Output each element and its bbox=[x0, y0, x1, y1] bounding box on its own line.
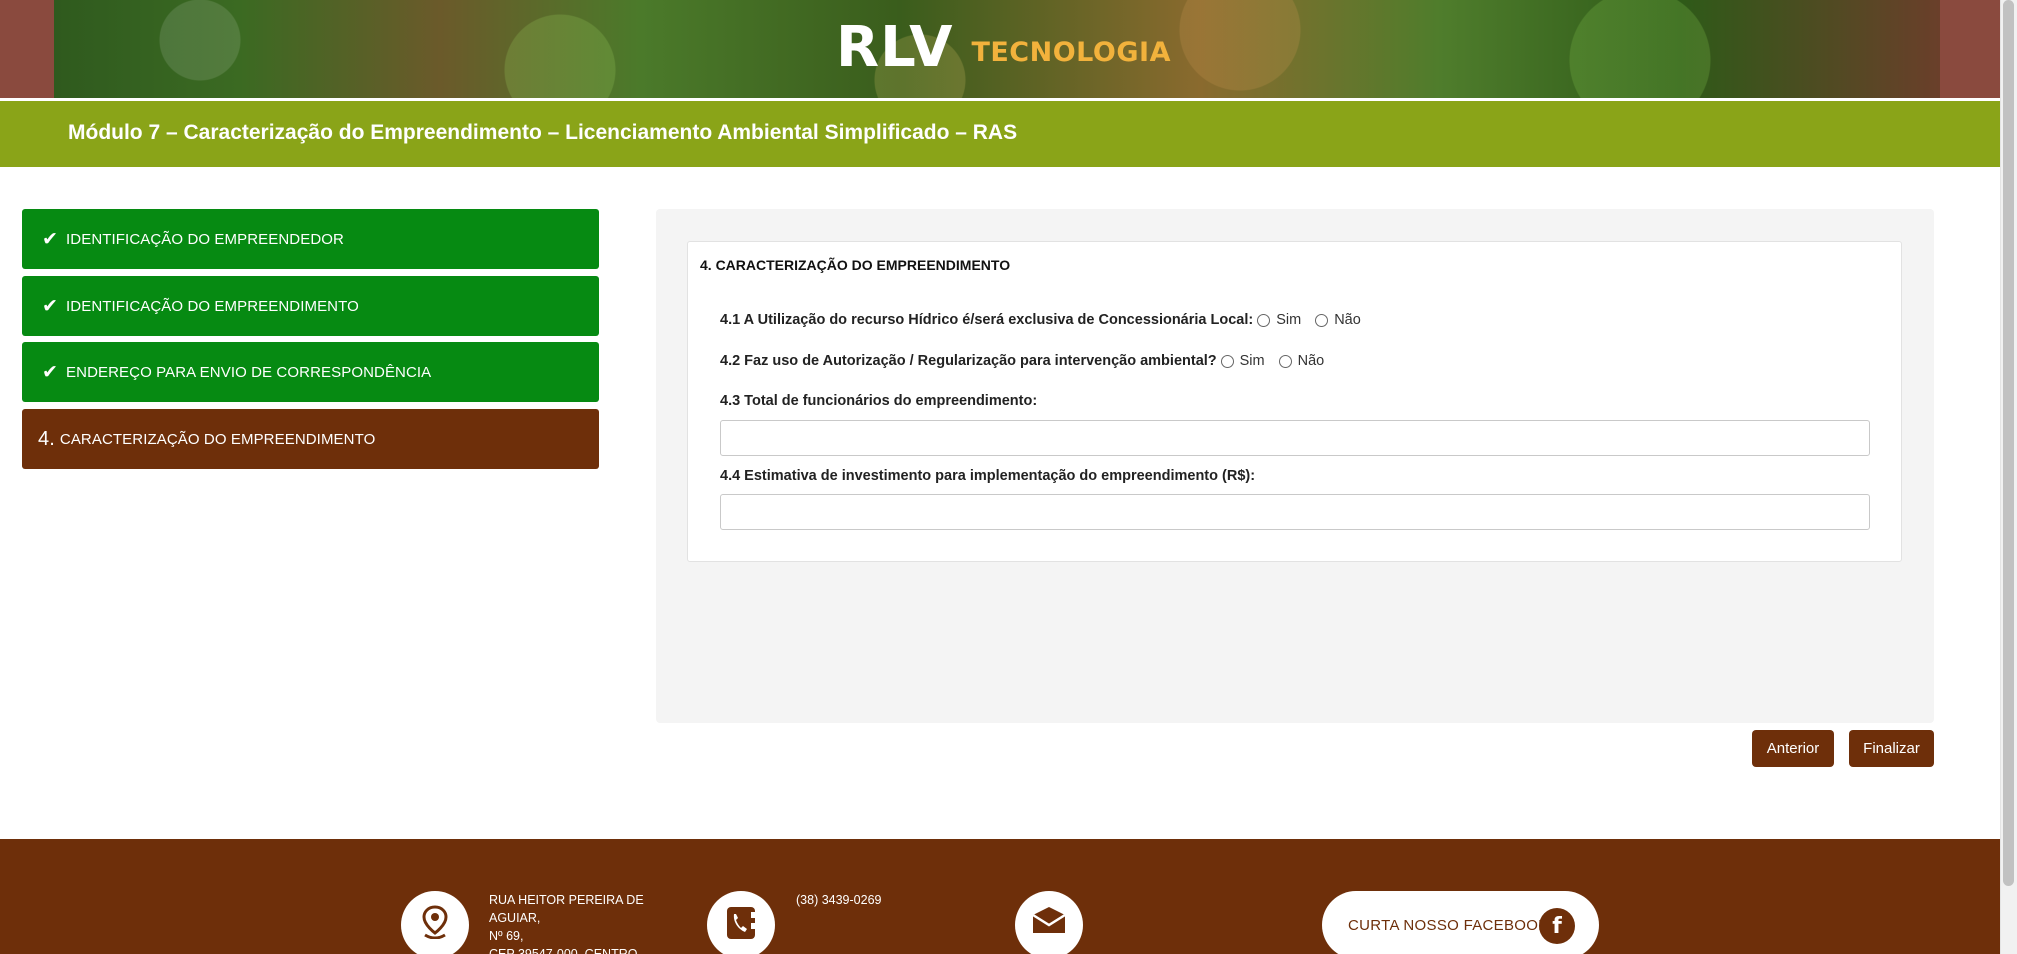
question-4-4-label: 4.4 Estimativa de investimento para impl… bbox=[720, 468, 1256, 484]
check-icon: ✔ bbox=[42, 295, 59, 317]
envelope-icon-svg bbox=[1032, 907, 1066, 933]
footer-address: RUA HEITOR PEREIRA DE AGUIAR, Nº 69, CEP… bbox=[489, 891, 659, 954]
step-label: ENDEREÇO PARA ENVIO DE CORRESPONDÊNCIA bbox=[66, 363, 432, 381]
radio-label: Não bbox=[1297, 353, 1325, 369]
step-endereco-correspondencia[interactable]: ✔ ENDEREÇO PARA ENVIO DE CORRESPONDÊNCIA bbox=[22, 342, 599, 402]
step-caracterizacao-empreendimento[interactable]: 4. CARACTERIZAÇÃO DO EMPREENDIMENTO bbox=[22, 409, 599, 469]
question-4-2: 4.2 Faz uso de Autorização / Regularizaç… bbox=[720, 353, 1334, 369]
radio-q1-nao[interactable]: Não bbox=[1315, 312, 1361, 328]
envelope-icon[interactable] bbox=[1015, 891, 1083, 954]
step-identificacao-empreendimento[interactable]: ✔ IDENTIFICAÇÃO DO EMPREENDIMENTO bbox=[22, 276, 599, 336]
question-4-3-label: 4.3 Total de funcionários do empreendime… bbox=[720, 393, 1038, 409]
question-label: 4.1 A Utilização do recurso Hídrico é/se… bbox=[720, 312, 1254, 328]
radio-q2-sim[interactable]: Sim bbox=[1220, 353, 1265, 369]
radio-circle-icon[interactable] bbox=[1220, 354, 1234, 368]
phone-icon bbox=[707, 891, 775, 954]
logo-mark: RLV bbox=[836, 15, 954, 80]
finish-button[interactable]: Finalizar bbox=[1849, 730, 1934, 767]
footer-phone: (38) 3439-0269 bbox=[796, 893, 882, 907]
address-line: AGUIAR, bbox=[489, 911, 541, 925]
radio-circle-icon[interactable] bbox=[1278, 354, 1292, 368]
facebook-icon[interactable]: f bbox=[1539, 908, 1575, 944]
step-label: IDENTIFICAÇÃO DO EMPREENDEDOR bbox=[66, 230, 344, 248]
radio-q2-nao[interactable]: Não bbox=[1278, 353, 1325, 369]
radio-label: Sim bbox=[1239, 353, 1265, 369]
radio-label: Sim bbox=[1276, 312, 1302, 328]
footer bbox=[0, 839, 2000, 954]
step-number: 4. bbox=[38, 427, 55, 450]
question-label: 4.2 Faz uso de Autorização / Regularizaç… bbox=[720, 353, 1217, 369]
header-banner: RLV TECNOLOGIA bbox=[0, 0, 2000, 100]
total-funcionarios-input[interactable] bbox=[720, 420, 1870, 456]
estimativa-investimento-input[interactable] bbox=[720, 494, 1870, 530]
step-label: IDENTIFICAÇÃO DO EMPREENDIMENTO bbox=[66, 297, 359, 315]
question-4-1: 4.1 A Utilização do recurso Hídrico é/se… bbox=[720, 312, 1371, 328]
scrollbar-thumb[interactable] bbox=[2003, 0, 2014, 886]
radio-q1-sim[interactable]: Sim bbox=[1257, 312, 1301, 328]
step-label: CARACTERIZAÇÃO DO EMPREENDIMENTO bbox=[59, 430, 376, 448]
check-icon: ✔ bbox=[42, 228, 59, 250]
radio-circle-icon[interactable] bbox=[1315, 313, 1329, 327]
location-pin-icon-svg bbox=[422, 905, 448, 939]
logo[interactable]: RLV TECNOLOGIA bbox=[836, 15, 1171, 80]
facebook-label: CURTA NOSSO FACEBOOK bbox=[1348, 916, 1549, 934]
previous-button[interactable]: Anterior bbox=[1752, 730, 1834, 767]
logo-text: TECNOLOGIA bbox=[971, 36, 1171, 68]
step-identificacao-empreendedor[interactable]: ✔ IDENTIFICAÇÃO DO EMPREENDEDOR bbox=[22, 209, 599, 269]
check-icon: ✔ bbox=[42, 361, 59, 383]
address-line: RUA HEITOR PEREIRA DE bbox=[489, 893, 644, 907]
radio-circle-icon[interactable] bbox=[1257, 313, 1271, 327]
title-bar: Módulo 7 – Caracterização do Empreendime… bbox=[0, 101, 2000, 167]
phone-icon-svg bbox=[727, 907, 756, 939]
radio-label: Não bbox=[1334, 312, 1361, 328]
section-title: 4. CARACTERIZAÇÃO DO EMPREENDIMENTO bbox=[700, 257, 1011, 273]
page-title: Módulo 7 – Caracterização do Empreendime… bbox=[68, 121, 1018, 144]
address-line: CEP 39547-000, CENTRO bbox=[489, 947, 638, 954]
location-pin-icon bbox=[401, 891, 469, 954]
address-line: Nº 69, bbox=[489, 929, 524, 943]
